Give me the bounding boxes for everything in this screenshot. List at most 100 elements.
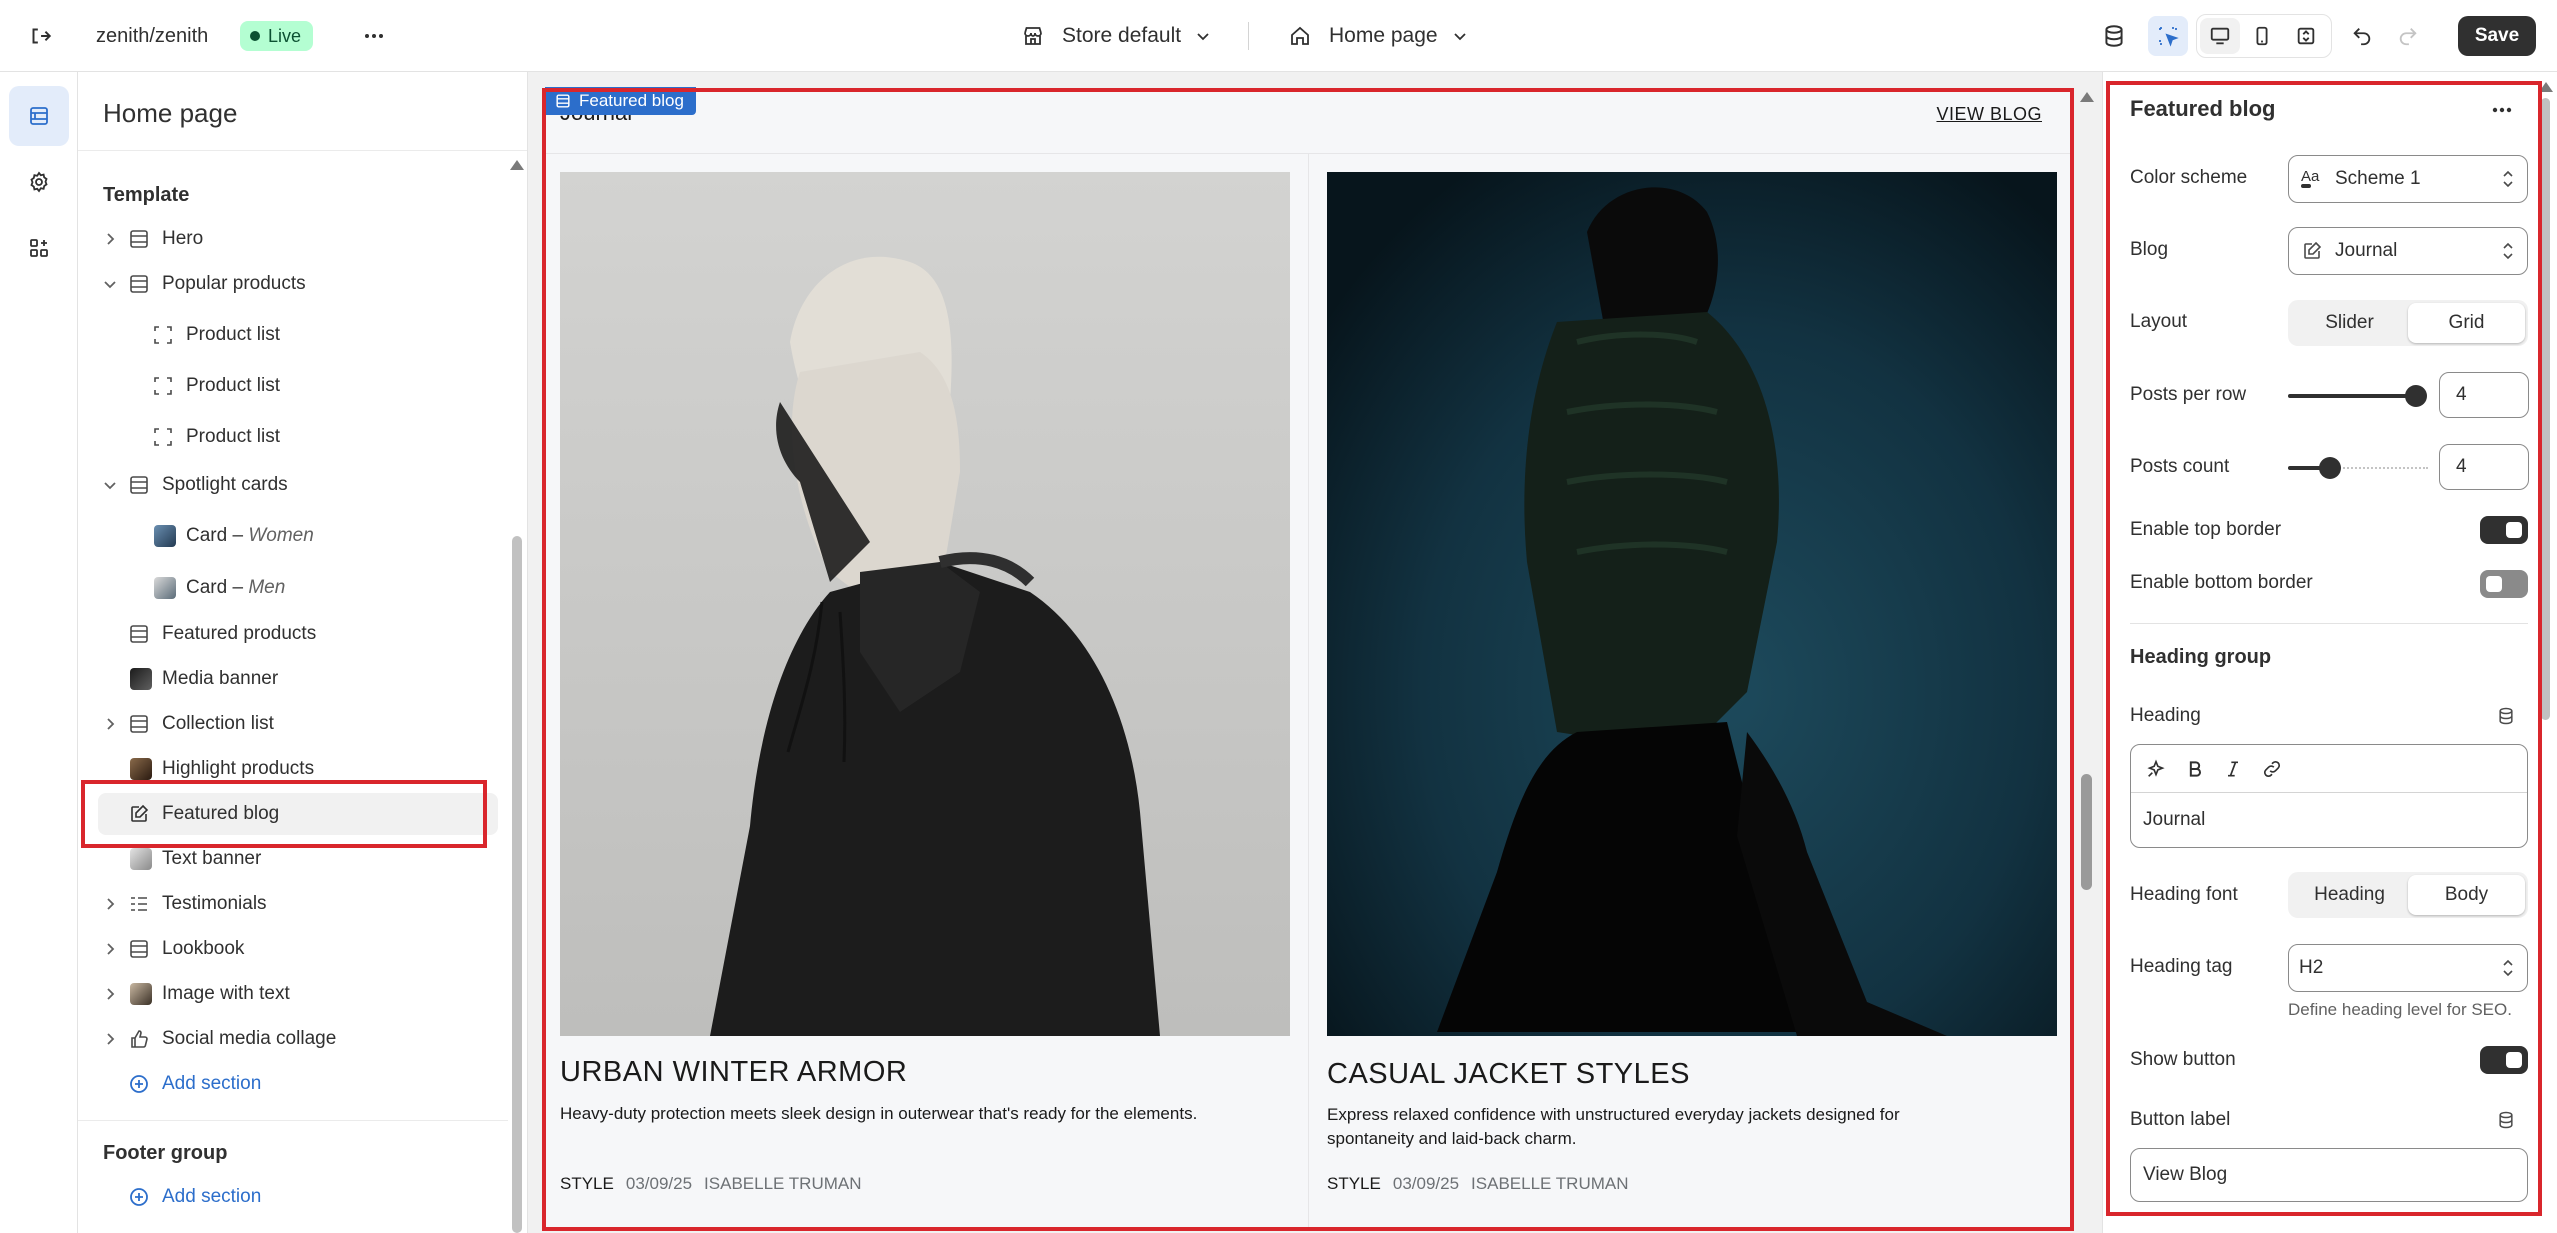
italic-icon[interactable] xyxy=(2223,759,2243,779)
posts-per-row-slider[interactable] xyxy=(2288,384,2427,408)
undo-icon[interactable] xyxy=(2346,20,2378,52)
heading-font-segmented-control: Heading Body xyxy=(2288,872,2528,918)
tree-item-image-with-text[interactable]: Image with text xyxy=(78,973,498,1015)
heading-tag-select[interactable]: H2 xyxy=(2288,944,2528,992)
tree-item-spotlight-cards[interactable]: Spotlight cards xyxy=(78,464,498,506)
scrollbar-thumb[interactable] xyxy=(2541,98,2550,720)
settings-gear-icon[interactable] xyxy=(9,152,69,212)
dynamic-source-icon[interactable] xyxy=(2494,1108,2518,1132)
scrollbar-thumb[interactable] xyxy=(512,536,522,1233)
post-author: ISABELLE TRUMAN xyxy=(704,1174,862,1193)
tree-item-featured-blog[interactable]: Featured blog xyxy=(98,793,498,835)
mobile-view-icon[interactable] xyxy=(2240,18,2284,54)
show-button-toggle[interactable] xyxy=(2480,1046,2528,1074)
chevron-down-icon[interactable] xyxy=(102,477,118,493)
exit-icon[interactable] xyxy=(24,20,56,52)
scroll-up-arrow-icon[interactable] xyxy=(2539,82,2553,92)
chevron-right-icon[interactable] xyxy=(102,716,118,732)
sections-icon[interactable] xyxy=(9,86,69,146)
desktop-view-icon[interactable] xyxy=(2200,18,2240,54)
chevron-right-icon[interactable] xyxy=(102,941,118,957)
slider-handle[interactable] xyxy=(2405,385,2427,407)
layout-label: Layout xyxy=(2130,311,2188,332)
heading-font-option-body[interactable]: Body xyxy=(2408,875,2525,915)
chevron-down-icon[interactable] xyxy=(102,276,118,292)
tree-item-lookbook[interactable]: Lookbook xyxy=(78,928,498,970)
theme-selector[interactable]: Store default xyxy=(1018,18,1213,54)
image-thumbnail xyxy=(130,983,152,1005)
tree-item-media-banner[interactable]: Media banner xyxy=(78,658,498,700)
slider-track xyxy=(2288,394,2416,398)
footer-group-heading: Footer group xyxy=(103,1142,228,1164)
preview-scrollbar[interactable] xyxy=(2076,88,2098,1228)
live-status-label: Live xyxy=(268,25,302,46)
scroll-up-arrow-icon[interactable] xyxy=(510,160,524,170)
slider-handle[interactable] xyxy=(2319,457,2341,479)
blog-post-title[interactable]: CASUAL JACKET STYLES xyxy=(1327,1058,1690,1091)
layout-option-slider[interactable]: Slider xyxy=(2291,303,2408,343)
redo-icon[interactable] xyxy=(2392,20,2424,52)
blog-select[interactable]: Journal xyxy=(2288,227,2528,275)
post-author: ISABELLE TRUMAN xyxy=(1471,1174,1629,1193)
posts-per-row-input[interactable]: 4 xyxy=(2439,372,2529,418)
template-heading: Template xyxy=(103,184,190,206)
section-icon xyxy=(555,93,571,109)
layout-segmented-control: Slider Grid xyxy=(2288,300,2528,346)
tree-item-product-list[interactable]: Product list xyxy=(78,314,498,356)
settings-scrollbar[interactable] xyxy=(2538,78,2554,1228)
tree-item-collection-list[interactable]: Collection list xyxy=(78,703,498,745)
apps-icon[interactable] xyxy=(9,218,69,278)
bottom-border-toggle[interactable] xyxy=(2480,570,2528,598)
color-scheme-swatch-icon: Aa xyxy=(2301,169,2327,188)
theme-database-icon[interactable] xyxy=(2096,18,2132,54)
view-blog-link[interactable]: VIEW BLOG xyxy=(1936,104,2042,125)
heading-tag-label: Heading tag xyxy=(2130,956,2233,977)
more-actions-icon[interactable] xyxy=(358,20,390,52)
section-tree-panel: Home page Template Hero Popular products… xyxy=(78,72,528,1233)
blog-post-image[interactable] xyxy=(1327,172,2057,1036)
scrollbar-thumb[interactable] xyxy=(2081,774,2092,890)
heading-font-option-heading[interactable]: Heading xyxy=(2291,875,2408,915)
tree-item-highlight-products[interactable]: Highlight products xyxy=(78,748,498,790)
top-border-toggle[interactable] xyxy=(2480,516,2528,544)
chevron-right-icon[interactable] xyxy=(102,896,118,912)
bold-icon[interactable] xyxy=(2185,759,2205,779)
page-selector[interactable]: Home page xyxy=(1285,18,1470,54)
posts-count-input[interactable]: 4 xyxy=(2439,444,2529,490)
tree-item-card-women[interactable]: Card – Women xyxy=(78,515,498,557)
scroll-up-arrow-icon[interactable] xyxy=(2080,92,2094,102)
inspector-icon[interactable] xyxy=(2148,16,2188,56)
blog-post-title[interactable]: URBAN WINTER ARMOR xyxy=(560,1056,907,1089)
blog-post-meta: STYLE 03/09/25 ISABELLE TRUMAN xyxy=(1327,1174,1629,1194)
tree-item-hero[interactable]: Hero xyxy=(78,218,498,260)
link-icon[interactable] xyxy=(2261,758,2283,780)
tree-item-popular-products[interactable]: Popular products xyxy=(78,263,498,305)
chevron-right-icon[interactable] xyxy=(102,1031,118,1047)
color-scheme-select[interactable]: Aa Scheme 1 xyxy=(2288,155,2528,203)
tree-item-testimonials[interactable]: Testimonials xyxy=(78,883,498,925)
posts-count-slider[interactable] xyxy=(2288,456,2428,480)
add-section-button[interactable]: Add section xyxy=(78,1063,498,1105)
chevron-right-icon[interactable] xyxy=(102,231,118,247)
fullscreen-icon[interactable] xyxy=(2284,18,2328,54)
footer-add-section-button[interactable]: Add section xyxy=(78,1176,498,1218)
block-icon xyxy=(152,324,174,346)
ai-sparkle-icon[interactable] xyxy=(2145,758,2167,780)
tree-item-product-list[interactable]: Product list xyxy=(78,365,498,407)
more-options-icon[interactable] xyxy=(2484,92,2520,128)
tree-item-featured-products[interactable]: Featured products xyxy=(78,613,498,655)
tree-item-product-list[interactable]: Product list xyxy=(78,416,498,458)
heading-text-value[interactable]: Journal xyxy=(2143,809,2205,831)
left-panel-scrollbar[interactable] xyxy=(507,152,525,1233)
save-button[interactable]: Save xyxy=(2458,16,2536,56)
tree-item-social-media-collage[interactable]: Social media collage xyxy=(78,1018,498,1060)
chevron-right-icon[interactable] xyxy=(102,986,118,1002)
layout-option-grid[interactable]: Grid xyxy=(2408,303,2525,343)
tree-item-text-banner[interactable]: Text banner xyxy=(78,838,498,880)
blog-header: Journal VIEW BLOG xyxy=(545,90,2072,154)
tree-item-card-men[interactable]: Card – Men xyxy=(78,567,498,609)
dynamic-source-icon[interactable] xyxy=(2494,704,2518,728)
section-icon xyxy=(128,713,150,735)
button-label-input[interactable]: View Blog xyxy=(2130,1148,2528,1202)
blog-post-image[interactable] xyxy=(560,172,1290,1036)
